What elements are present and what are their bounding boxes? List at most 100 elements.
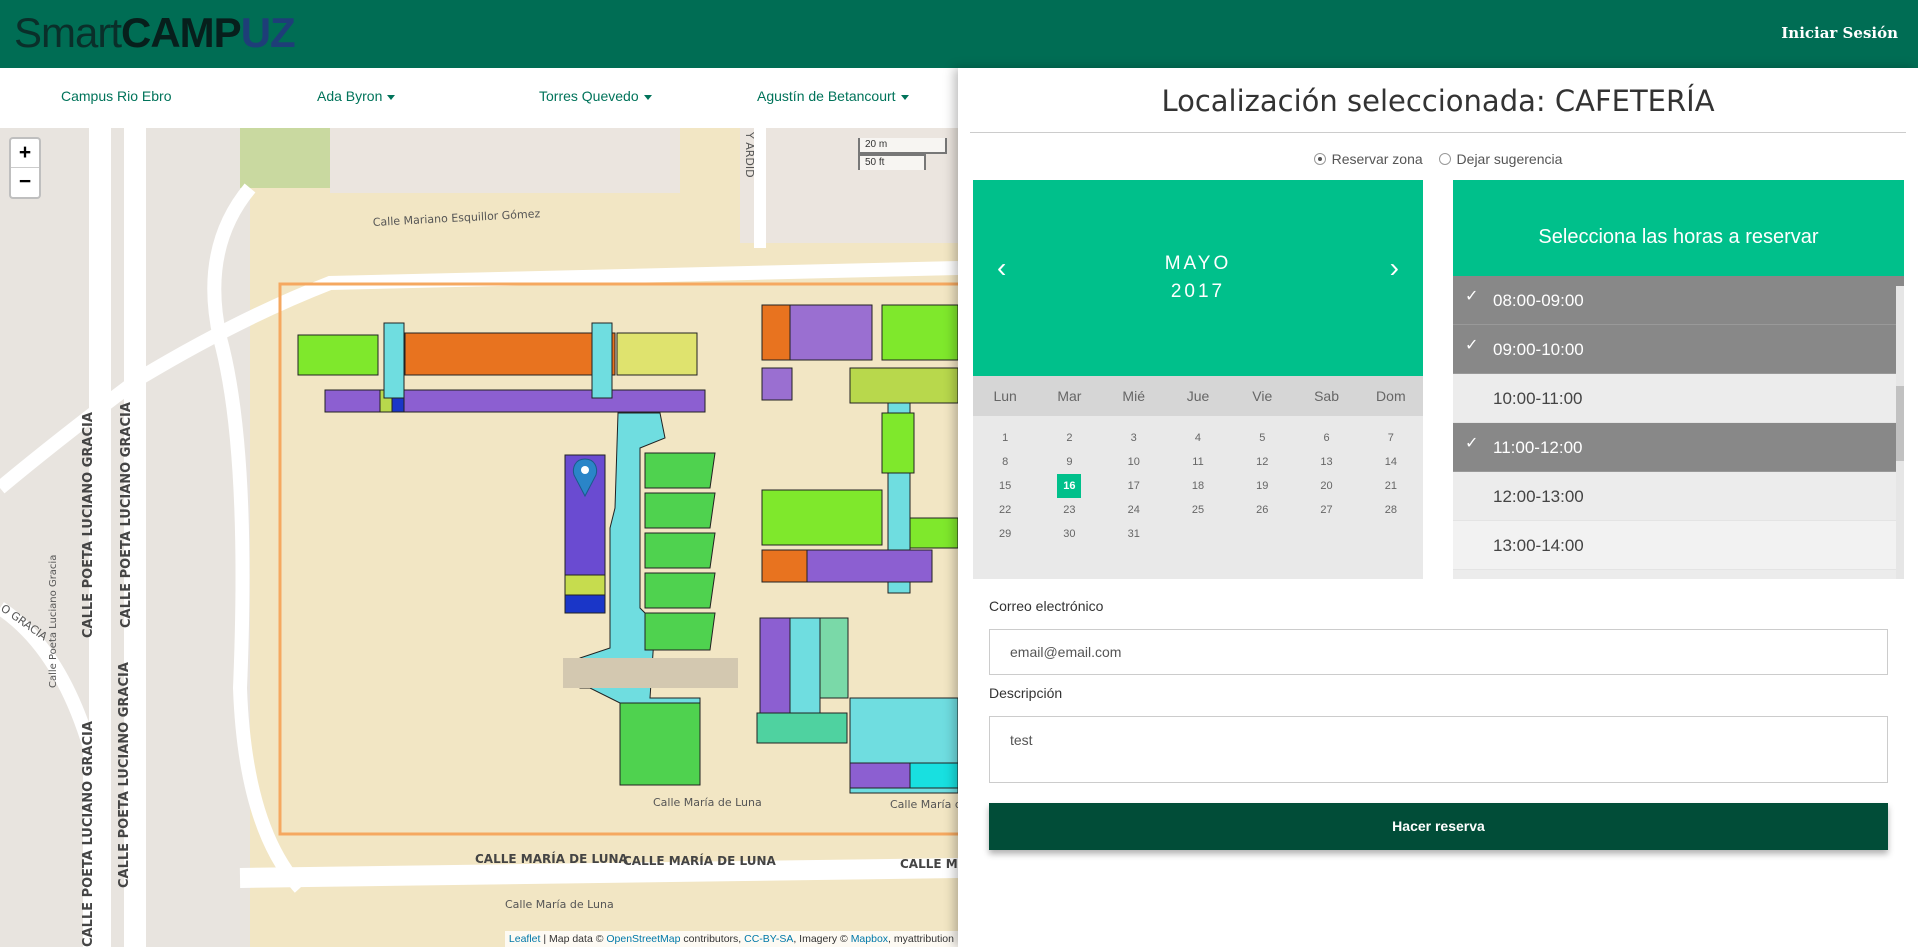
calendar-day[interactable]: 21 xyxy=(1359,474,1423,498)
hour-slot[interactable]: ✓ 08:00-09:00 xyxy=(1453,276,1904,325)
mode-radio-group: Reservar zona Dejar sugerencia xyxy=(958,151,1918,167)
room[interactable] xyxy=(761,549,808,583)
room[interactable] xyxy=(383,322,405,399)
calendar-day[interactable]: 20 xyxy=(1294,474,1358,498)
room[interactable] xyxy=(909,762,958,789)
calendar-month-year: MAYO 2017 xyxy=(973,250,1423,306)
calendar-day[interactable]: 26 xyxy=(1230,498,1294,522)
calendar-day[interactable]: 14 xyxy=(1359,450,1423,474)
room[interactable] xyxy=(849,367,958,404)
calendar-day[interactable]: 8 xyxy=(973,450,1037,474)
room[interactable] xyxy=(881,304,958,361)
map-building-block xyxy=(330,128,680,193)
calendar-day[interactable]: 13 xyxy=(1294,450,1358,474)
map-canvas[interactable]: Calle Mariano Esquillor Gómez CALLE POET… xyxy=(0,128,958,947)
mapbox-link[interactable]: Mapbox xyxy=(851,933,888,945)
calendar-day[interactable]: 30 xyxy=(1037,522,1101,546)
calendar-day[interactable]: 3 xyxy=(1102,426,1166,450)
room[interactable] xyxy=(881,412,915,474)
calendar-day[interactable]: 22 xyxy=(973,498,1037,522)
calendar-day[interactable]: 5 xyxy=(1230,426,1294,450)
radio-suggest[interactable]: Dejar sugerencia xyxy=(1438,151,1562,167)
hours-list: ✓ 08:00-09:00 ✓ 09:00-10:00 10:00-11:00 ✓ 11:0… xyxy=(1453,276,1904,570)
zoom-out-button[interactable]: − xyxy=(11,168,39,197)
hour-slot[interactable]: 10:00-11:00 xyxy=(1453,374,1904,423)
hour-slot[interactable]: 13:00-14:00 xyxy=(1453,521,1904,570)
street-label: CALLE MARÍA DE LUNA xyxy=(623,853,777,868)
campus-map[interactable]: Calle Mariano Esquillor Gómez CALLE POET… xyxy=(0,128,958,947)
radio-reserve[interactable]: Reservar zona xyxy=(1313,151,1423,167)
calendar-day[interactable]: 18 xyxy=(1166,474,1230,498)
calendar-day[interactable]: 10 xyxy=(1102,450,1166,474)
calendar-day[interactable]: 15 xyxy=(973,474,1037,498)
street-label: Calle María de Luna xyxy=(890,798,958,811)
nav-agustin-betancourt[interactable]: Agustín de Betancourt xyxy=(757,88,909,104)
room[interactable] xyxy=(761,489,883,546)
calendar-day[interactable]: 17 xyxy=(1102,474,1166,498)
calendar-day-number: 2 xyxy=(1066,432,1073,444)
building-nav: Campus Rio Ebro Ada Byron Torres Quevedo… xyxy=(0,68,958,128)
hour-slot[interactable]: 12:00-13:00 xyxy=(1453,472,1904,521)
description-textarea[interactable]: test xyxy=(989,716,1888,783)
nav-torres-quevedo[interactable]: Torres Quevedo xyxy=(539,88,652,104)
room[interactable] xyxy=(761,367,793,401)
calendar-day[interactable]: 27 xyxy=(1294,498,1358,522)
classroom-block[interactable] xyxy=(644,452,716,651)
nav-campus-rio-ebro[interactable]: Campus Rio Ebro xyxy=(61,88,172,104)
room[interactable] xyxy=(619,702,701,786)
calendar-day[interactable]: 31 xyxy=(1102,522,1166,546)
room[interactable] xyxy=(297,334,379,376)
room[interactable] xyxy=(564,574,606,596)
calendar-day-number: 29 xyxy=(999,528,1012,540)
calendar-day[interactable]: 4 xyxy=(1166,426,1230,450)
calendar-month: MAYO xyxy=(1164,253,1232,274)
calendar-day[interactable]: 7 xyxy=(1359,426,1423,450)
hours-scrollbar[interactable] xyxy=(1896,286,1904,579)
room[interactable] xyxy=(616,332,698,376)
leaflet-link[interactable]: Leaflet xyxy=(509,933,541,945)
calendar-day-number: 18 xyxy=(1191,480,1205,492)
hour-slot[interactable]: ✓ 09:00-10:00 xyxy=(1453,325,1904,374)
login-link[interactable]: Iniciar Sesión xyxy=(1781,24,1898,42)
hour-slot-label: 10:00-11:00 xyxy=(1493,389,1583,408)
calendar-day[interactable]: 25 xyxy=(1166,498,1230,522)
calendar-day[interactable]: 23 xyxy=(1037,498,1101,522)
room[interactable] xyxy=(756,712,848,744)
reservation-panel: Localización seleccionada: CAFETERÍA Res… xyxy=(958,68,1918,947)
zoom-in-button[interactable]: + xyxy=(11,139,39,168)
calendar-day-number: 28 xyxy=(1384,504,1397,516)
room[interactable] xyxy=(564,594,606,614)
next-month-button[interactable]: › xyxy=(1390,254,1399,282)
calendar-day-number: 30 xyxy=(1063,528,1076,540)
nav-ada-byron[interactable]: Ada Byron xyxy=(317,88,396,104)
calendar-day[interactable]: 29 xyxy=(973,522,1037,546)
calendar-day[interactable]: 16 xyxy=(1037,474,1101,498)
calendar-day[interactable]: 24 xyxy=(1102,498,1166,522)
calendar-day[interactable]: 12 xyxy=(1230,450,1294,474)
check-icon: ✓ xyxy=(1465,288,1479,305)
submit-reservation-button[interactable]: Hacer reserva xyxy=(989,803,1888,850)
hour-slot[interactable]: ✓ 11:00-12:00 xyxy=(1453,423,1904,472)
room[interactable] xyxy=(819,617,849,699)
smartcampuz-logo[interactable]: SmartCAMPUZ xyxy=(14,8,296,58)
calendar-day[interactable]: 11 xyxy=(1166,450,1230,474)
scrollbar-thumb[interactable] xyxy=(1896,386,1904,461)
calendar-year: 2017 xyxy=(1170,281,1226,302)
calendar-week-row: 8 9 10 11 12 13 14 xyxy=(973,450,1423,474)
calendar-day[interactable]: 28 xyxy=(1359,498,1423,522)
room[interactable] xyxy=(909,517,958,549)
weekday-label: Lun xyxy=(993,388,1017,404)
calendar-day[interactable]: 9 xyxy=(1037,450,1101,474)
room[interactable] xyxy=(404,332,616,376)
calendar-day[interactable]: 1 xyxy=(973,426,1037,450)
room[interactable] xyxy=(761,304,791,361)
calendar-day[interactable]: 2 xyxy=(1037,426,1101,450)
description-label: Descripción xyxy=(989,685,1063,701)
calendar-day[interactable]: 6 xyxy=(1294,426,1358,450)
email-field[interactable]: email@email.com xyxy=(989,629,1888,675)
license-link[interactable]: CC-BY-SA xyxy=(744,933,793,945)
room[interactable] xyxy=(591,322,613,399)
calendar-day-number: 9 xyxy=(1066,456,1073,468)
calendar-day[interactable]: 19 xyxy=(1230,474,1294,498)
osm-link[interactable]: OpenStreetMap xyxy=(606,933,680,945)
